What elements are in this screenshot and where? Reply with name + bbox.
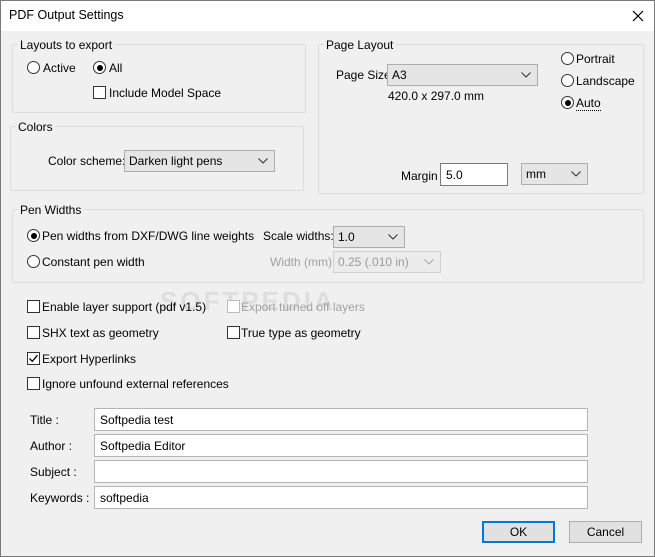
shx-checkbox[interactable] bbox=[27, 326, 40, 339]
pen-constant-label[interactable]: Constant pen width bbox=[42, 255, 145, 269]
window-title: PDF Output Settings bbox=[9, 8, 124, 22]
page-size-label: Page Size bbox=[336, 68, 391, 82]
keywords-label: Keywords : bbox=[30, 491, 90, 505]
title-value: Softpedia test bbox=[100, 413, 174, 427]
true-type-label[interactable]: True type as geometry bbox=[241, 326, 361, 340]
colors-legend: Colors bbox=[16, 120, 55, 134]
pen-widths-group bbox=[12, 209, 644, 283]
export-hyperlinks-label[interactable]: Export Hyperlinks bbox=[42, 352, 136, 366]
pen-width-label: Width (mm): bbox=[270, 255, 336, 269]
color-scheme-select[interactable]: Darken light pens bbox=[124, 150, 275, 172]
margin-unit-select[interactable]: mm bbox=[521, 163, 588, 185]
shx-label[interactable]: SHX text as geometry bbox=[42, 326, 159, 340]
pen-width-select: 0.25 (.010 in) bbox=[333, 251, 441, 273]
export-turned-off-checkbox bbox=[227, 300, 240, 313]
chevron-down-icon bbox=[424, 259, 434, 265]
true-type-checkbox[interactable] bbox=[227, 326, 240, 339]
enable-layer-support-checkbox[interactable] bbox=[27, 300, 40, 313]
pen-widths-legend: Pen Widths bbox=[18, 203, 84, 217]
layout-active-label[interactable]: Active bbox=[43, 61, 76, 75]
landscape-label[interactable]: Landscape bbox=[576, 74, 635, 88]
ignore-refs-label[interactable]: Ignore unfound external references bbox=[42, 377, 229, 391]
landscape-radio[interactable] bbox=[561, 74, 574, 87]
cancel-button[interactable]: Cancel bbox=[569, 521, 642, 543]
subject-label: Subject : bbox=[30, 465, 77, 479]
scale-widths-value: 1.0 bbox=[338, 230, 355, 244]
color-scheme-label: Color scheme: bbox=[48, 154, 126, 168]
pen-constant-radio[interactable] bbox=[27, 255, 40, 268]
margin-label: Margin bbox=[401, 169, 438, 183]
close-icon bbox=[632, 10, 643, 21]
layouts-legend: Layouts to export bbox=[18, 38, 115, 52]
author-input[interactable]: Softpedia Editor bbox=[94, 434, 588, 457]
margin-unit-value: mm bbox=[526, 167, 546, 181]
enable-layer-support-label[interactable]: Enable layer support (pdf v1.5) bbox=[42, 300, 206, 314]
ignore-refs-checkbox[interactable] bbox=[27, 377, 40, 390]
checkmark-icon bbox=[29, 354, 38, 363]
include-model-space-checkbox[interactable] bbox=[93, 86, 106, 99]
layouts-group bbox=[12, 44, 306, 113]
page-dimensions-text: 420.0 x 297.0 mm bbox=[388, 89, 485, 103]
scale-widths-label: Scale widths: bbox=[263, 229, 334, 243]
close-button[interactable] bbox=[620, 0, 655, 31]
title-label: Title : bbox=[30, 413, 59, 427]
portrait-label[interactable]: Portrait bbox=[576, 52, 615, 66]
color-scheme-value: Darken light pens bbox=[129, 154, 223, 168]
pen-from-dxf-label[interactable]: Pen widths from DXF/DWG line weights bbox=[42, 229, 254, 243]
portrait-radio[interactable] bbox=[561, 52, 574, 65]
auto-radio[interactable] bbox=[561, 96, 574, 109]
keywords-input[interactable]: softpedia bbox=[94, 486, 588, 509]
layout-all-radio[interactable] bbox=[93, 61, 106, 74]
pen-from-dxf-radio[interactable] bbox=[27, 229, 40, 242]
page-size-value: A3 bbox=[392, 68, 407, 82]
layout-all-label[interactable]: All bbox=[109, 61, 122, 75]
chevron-down-icon bbox=[388, 234, 398, 240]
author-label: Author : bbox=[30, 439, 73, 453]
chevron-down-icon bbox=[258, 158, 268, 164]
chevron-down-icon bbox=[571, 171, 581, 177]
page-size-select[interactable]: A3 bbox=[387, 64, 538, 86]
subject-input[interactable] bbox=[94, 460, 588, 483]
pen-width-value: 0.25 (.010 in) bbox=[338, 255, 409, 269]
layout-active-radio[interactable] bbox=[27, 61, 40, 74]
author-value: Softpedia Editor bbox=[100, 439, 186, 453]
auto-label[interactable]: Auto bbox=[576, 96, 601, 111]
ok-button[interactable]: OK bbox=[482, 521, 555, 543]
margin-input[interactable]: 5.0 bbox=[440, 163, 508, 186]
page-layout-legend: Page Layout bbox=[324, 38, 396, 52]
margin-value: 5.0 bbox=[446, 168, 463, 182]
scale-widths-select[interactable]: 1.0 bbox=[333, 226, 405, 248]
include-model-space-label[interactable]: Include Model Space bbox=[109, 86, 221, 100]
export-turned-off-label: Export turned off layers bbox=[241, 300, 365, 314]
keywords-value: softpedia bbox=[100, 491, 149, 505]
title-input[interactable]: Softpedia test bbox=[94, 408, 588, 431]
export-hyperlinks-checkbox[interactable] bbox=[27, 352, 40, 365]
chevron-down-icon bbox=[521, 72, 531, 78]
